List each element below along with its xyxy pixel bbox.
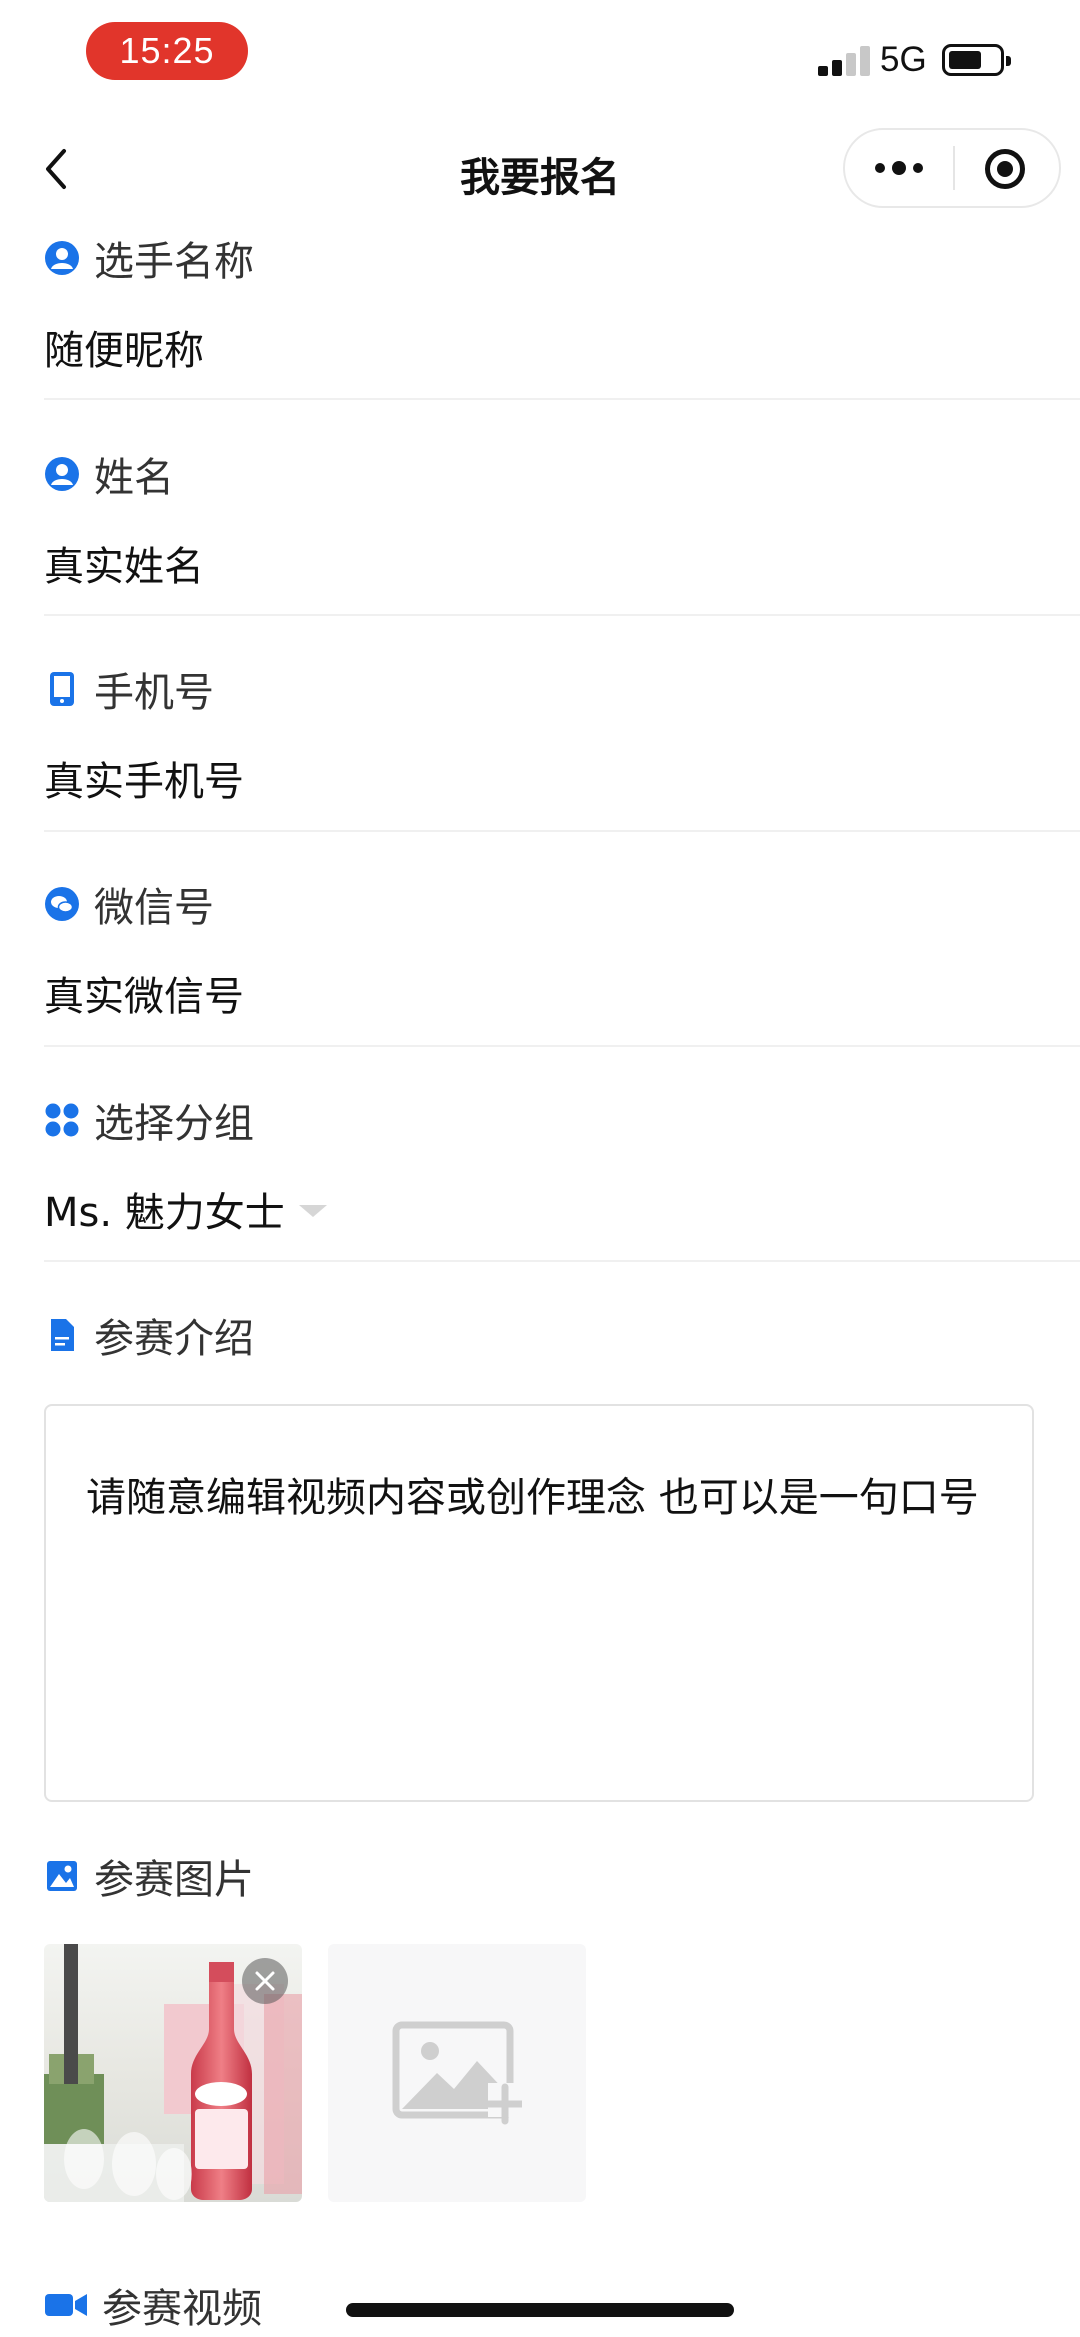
divider (44, 1260, 1080, 1262)
field-label-text: 手机号 (94, 670, 214, 716)
field-label-text: 参赛视频 (102, 2286, 262, 2332)
add-image-button[interactable] (328, 1944, 586, 2202)
field-label-text: 微信号 (94, 885, 214, 931)
field-label-intro: 参赛介绍 (44, 1310, 254, 1362)
field-label-nickname: 选手名称 (44, 233, 254, 285)
image-icon (44, 1858, 80, 1894)
dropdown-arrow-icon (298, 1205, 327, 1217)
field-label-phone: 手机号 (44, 664, 214, 716)
grid-icon (44, 1102, 80, 1138)
field-label-video: 参赛视频 (44, 2280, 262, 2332)
close-icon (255, 1971, 275, 1991)
divider (44, 1045, 1080, 1047)
group-select-value: Ms. 魅力女士 (44, 1190, 285, 1236)
field-label-text: 姓名 (94, 455, 174, 501)
status-time: 15:25 (86, 22, 248, 80)
divider (44, 614, 1080, 616)
field-label-text: 选手名称 (94, 239, 254, 285)
nav-bar: 我要报名 (0, 125, 1080, 215)
divider (44, 830, 1080, 832)
field-label-group: 选择分组 (44, 1095, 254, 1147)
group-select[interactable]: Ms. 魅力女士 (44, 1180, 327, 1238)
field-label-text: 参赛图片 (94, 1857, 254, 1903)
home-indicator (346, 2303, 734, 2317)
status-bar: 15:25 5G (0, 0, 1080, 120)
user-icon (44, 456, 80, 492)
phone-icon (44, 671, 80, 707)
network-type: 5G (880, 40, 927, 79)
name-input[interactable]: 真实姓名 (44, 534, 204, 592)
close-miniprogram-button[interactable] (985, 149, 1025, 189)
nickname-input[interactable]: 随便昵称 (44, 318, 204, 376)
wechat-input[interactable]: 真实微信号 (44, 964, 244, 1022)
phone-input[interactable]: 真实手机号 (44, 749, 244, 807)
capsule-divider (953, 146, 955, 190)
wechat-icon (44, 886, 80, 922)
battery-icon (942, 44, 1011, 76)
uploaded-image-thumbnail[interactable] (44, 1944, 302, 2202)
document-icon (44, 1317, 80, 1353)
video-camera-icon (44, 2287, 88, 2323)
field-label-text: 参赛介绍 (94, 1316, 254, 1362)
field-label-images: 参赛图片 (44, 1851, 254, 1903)
field-label-wechat: 微信号 (44, 879, 214, 931)
field-label-name: 姓名 (44, 449, 174, 501)
add-image-icon (392, 2021, 522, 2125)
miniprogram-capsule (843, 128, 1061, 208)
remove-image-button[interactable] (242, 1958, 288, 2004)
divider (44, 398, 1080, 400)
user-icon (44, 240, 80, 276)
more-button[interactable] (845, 130, 953, 206)
field-label-text: 选择分组 (94, 1101, 254, 1147)
intro-textarea[interactable]: 请随意编辑视频内容或创作理念 也可以是一句口号 (44, 1404, 1034, 1802)
signal-icon (818, 44, 870, 76)
